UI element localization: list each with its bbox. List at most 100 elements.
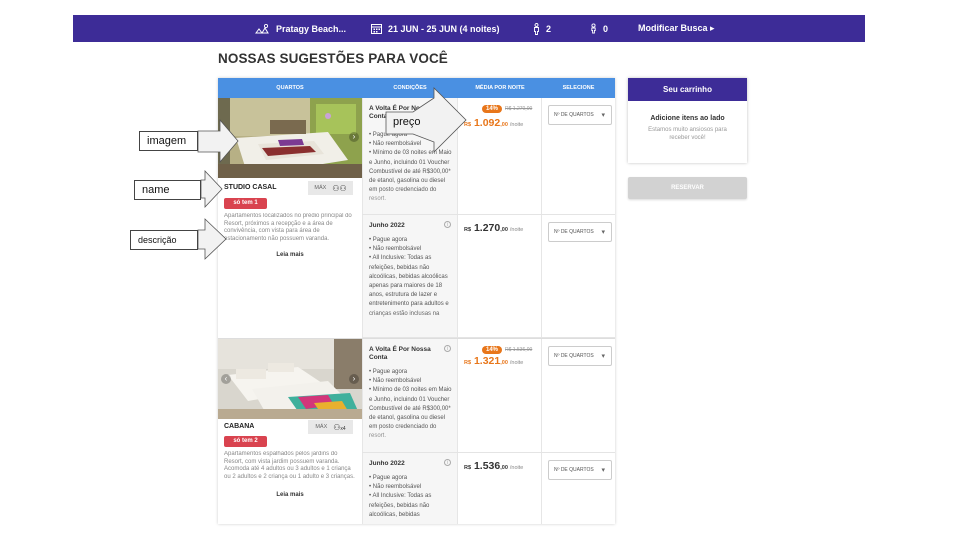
read-more-link[interactable]: Leia mais xyxy=(218,252,362,258)
discount-badge: 14% xyxy=(482,346,503,354)
room-description: Apartamentos localizados no prédio princ… xyxy=(224,213,352,242)
condition-item: All Inclusive: Todas as refeições, bebid… xyxy=(369,254,455,318)
cart-message: Estamos muito ansiosos para receber você… xyxy=(648,127,727,141)
offer-select: Nº DE QUARTOS ▾ xyxy=(542,453,615,524)
rooms-quantity-select[interactable]: Nº DE QUARTOS ▾ xyxy=(548,346,612,366)
price-per-night: R$ 1.321,00/noite xyxy=(464,355,524,367)
next-photo-icon[interactable]: › xyxy=(349,374,359,384)
info-icon[interactable]: i xyxy=(444,459,451,466)
offer-select: Nº DE QUARTOS ▾ xyxy=(542,98,615,214)
info-icon[interactable]: i xyxy=(444,104,451,111)
read-more-link[interactable]: Leia mais xyxy=(218,492,362,498)
select-label: Nº DE QUARTOS xyxy=(554,112,594,118)
offer-conditions: A Volta É Por Nossa Conta i Pague agora … xyxy=(362,339,458,452)
room-name: STUDIO CASAL xyxy=(224,184,277,191)
select-label: Nº DE QUARTOS xyxy=(554,467,594,473)
room-row: › STUDIO CASAL MÁX ⚇⚇ só tem 1 Apartamen… xyxy=(218,98,615,338)
child-icon xyxy=(591,23,596,34)
modify-search-label: Modificar Busca ▸ xyxy=(638,23,715,33)
condition-item: Não reembolsável xyxy=(369,245,455,254)
search-summary-bar: Pratagy Beach... 21 JUN - 25 JUN (4 noit… xyxy=(73,15,865,42)
chevron-down-icon: ▾ xyxy=(601,467,605,474)
price-per-night: R$ 1.536,00/noite xyxy=(464,460,524,472)
offer-price: R$ 1.270,00/noite xyxy=(458,215,542,337)
chevron-down-icon: ▾ xyxy=(601,229,605,236)
offer-select: Nº DE QUARTOS ▾ xyxy=(542,215,615,337)
room-photo[interactable]: › xyxy=(218,98,362,178)
cart-subtitle: Adicione itens ao lado xyxy=(650,115,725,122)
condition-item: Não reembolsável xyxy=(369,140,455,149)
old-price: R$ 1.536,00 xyxy=(505,347,533,353)
room-photo[interactable]: ‹ › xyxy=(218,339,362,419)
offer-select: Nº DE QUARTOS ▾ xyxy=(542,339,615,452)
rooms-quantity-select[interactable]: Nº DE QUARTOS ▾ xyxy=(548,222,612,242)
condition-item: Não reembolsável xyxy=(369,377,455,386)
offer-row: A Volta É Por Nossa Conta i Pague agora … xyxy=(362,339,615,453)
offer-price: R$ 1.536,00/noite xyxy=(458,453,542,524)
prev-photo-icon[interactable]: ‹ xyxy=(221,374,231,384)
room-capacity: MÁX ⚇⚇ xyxy=(308,181,353,195)
rooms-quantity-select[interactable]: Nº DE QUARTOS ▾ xyxy=(548,460,612,480)
header-price: MÉDIA POR NOITE xyxy=(475,85,525,91)
chevron-down-icon: ▾ xyxy=(601,112,605,119)
page-title: NOSSAS SUGESTÕES PARA VOCÊ xyxy=(218,51,448,66)
location-text: Pratagy Beach... xyxy=(276,23,347,34)
header-select: SELECIONE xyxy=(562,85,595,91)
rooms-table: QUARTOS CONDIÇÕES MÉDIA POR NOITE SELECI… xyxy=(218,78,615,524)
offer-conditions-list: Pague agora Não reembolsável All Inclusi… xyxy=(369,236,455,319)
cart-title: Seu carrinho xyxy=(628,78,747,101)
reserve-button[interactable]: RESERVAR xyxy=(628,177,747,199)
max-label: MÁX xyxy=(315,424,328,430)
table-header: QUARTOS CONDIÇÕES MÉDIA POR NOITE SELECI… xyxy=(218,78,615,98)
condition-item: Pague agora xyxy=(369,368,455,377)
offer-conditions: Junho 2022 i Pague agora Não reembolsáve… xyxy=(362,215,458,337)
price-per-night: R$ 1.270,00/noite xyxy=(464,222,524,234)
chevron-down-icon: ▾ xyxy=(601,353,605,360)
dates-summary[interactable]: 21 JUN - 25 JUN (4 noites) xyxy=(371,15,500,42)
calendar-icon xyxy=(371,24,382,34)
header-rooms: QUARTOS xyxy=(276,85,304,91)
availability-badge: só tem 2 xyxy=(224,436,267,447)
modify-search-button[interactable]: Modificar Busca ▸ xyxy=(638,15,715,42)
offer-row: Junho 2022 i Pague agora Não reembolsáve… xyxy=(362,215,615,338)
annotation-description-label: descrição xyxy=(130,230,198,250)
cart-panel: Seu carrinho Adicione itens ao lado Esta… xyxy=(628,78,747,163)
offer-conditions: Junho 2022 i Pague agora Não reembolsáve… xyxy=(362,453,458,524)
room-info: › STUDIO CASAL MÁX ⚇⚇ só tem 1 Apartamen… xyxy=(218,98,362,338)
availability-badge: só tem 1 xyxy=(224,198,267,209)
offer-row: Junho 2022 i Pague agora Não reembolsáve… xyxy=(362,453,615,524)
condition-item: All Inclusive: Todas as refeições, bebid… xyxy=(369,492,455,520)
children-summary[interactable]: 0 xyxy=(590,15,608,42)
annotation-price-label: preço xyxy=(393,116,421,128)
condition-item: Pague agora xyxy=(369,474,455,483)
rooms-quantity-select[interactable]: Nº DE QUARTOS ▾ xyxy=(548,105,612,125)
next-photo-icon[interactable]: › xyxy=(349,132,359,142)
two-people-icon: ⚇⚇ xyxy=(332,183,347,193)
max-label: MÁX xyxy=(314,185,327,191)
map-pin-icon xyxy=(255,23,269,34)
discount-badge: 14% xyxy=(482,105,503,113)
offer-conditions-list: Pague agora Não reembolsável All Inclusi… xyxy=(369,474,455,520)
info-icon[interactable]: i xyxy=(444,221,451,228)
annotation-name-label: name xyxy=(134,180,201,200)
offer-price: 14% R$ 1.270,00 R$ 1.092,00/noite xyxy=(458,98,542,214)
adults-count: 2 xyxy=(546,23,552,34)
select-label: Nº DE QUARTOS xyxy=(554,353,594,359)
offer-title: A Volta É Por Nossa Conta xyxy=(369,346,431,361)
discount-row: 14% R$ 1.536,00 xyxy=(482,346,532,354)
room-description: Apartamentos espalhados pelos jardins do… xyxy=(224,451,355,480)
room-photo-image xyxy=(218,98,362,178)
price-per-night: R$ 1.092,00/noite xyxy=(464,117,524,129)
dates-text: 21 JUN - 25 JUN (4 noites) xyxy=(388,23,500,34)
location-summary[interactable]: Pratagy Beach... xyxy=(254,15,346,42)
condition-item: Não reembolsável xyxy=(369,483,455,492)
offer-title: Junho 2022 xyxy=(369,222,405,229)
room-row: ‹ › CABANA MÁX ⚇x4 só tem 2 Apartamentos… xyxy=(218,338,615,524)
adults-summary[interactable]: 2 xyxy=(533,15,551,42)
room-name: CABANA xyxy=(224,423,255,430)
header-conditions: CONDIÇÕES xyxy=(393,85,427,91)
children-count: 0 xyxy=(603,23,609,34)
room-capacity: MÁX ⚇x4 xyxy=(308,420,353,434)
select-label: Nº DE QUARTOS xyxy=(554,229,594,235)
info-icon[interactable]: i xyxy=(444,345,451,352)
